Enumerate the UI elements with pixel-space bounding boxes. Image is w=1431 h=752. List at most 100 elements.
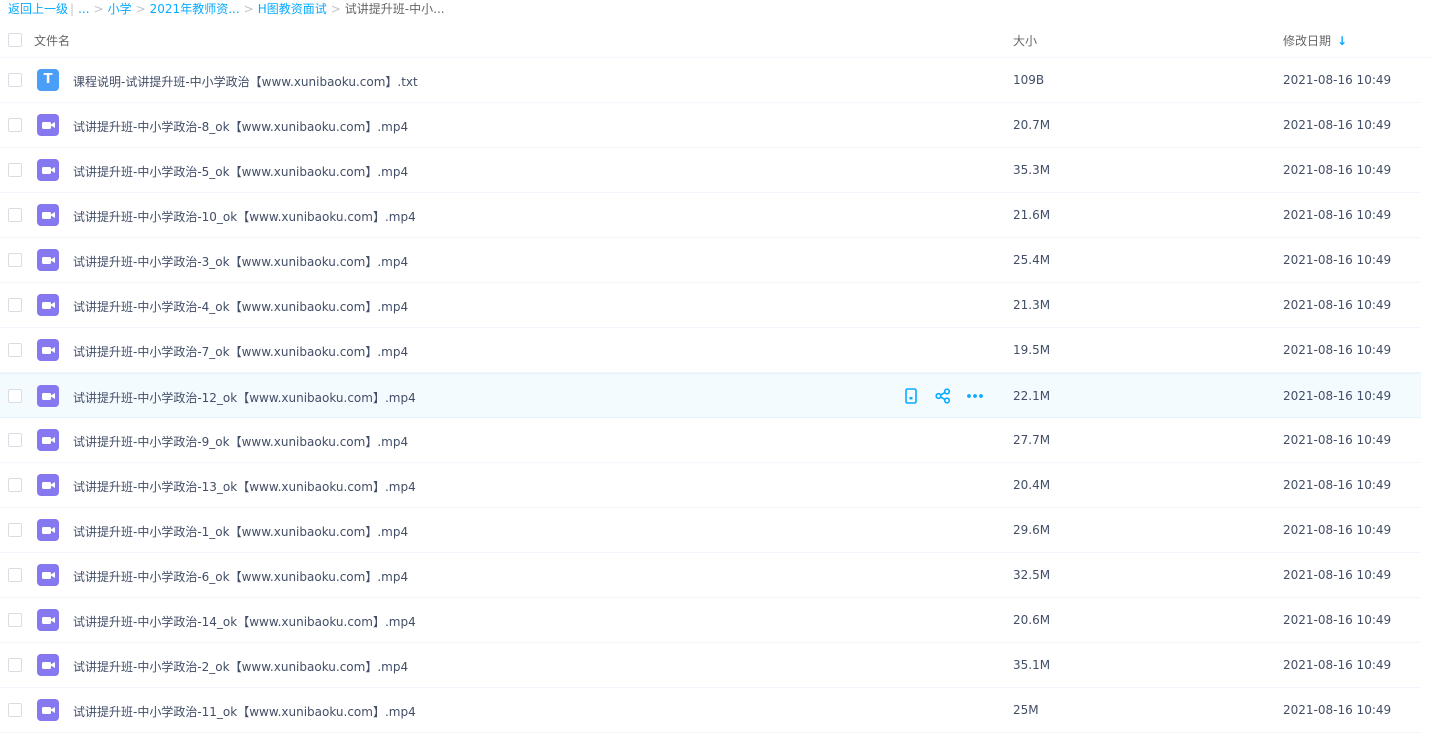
file-row[interactable]: 试讲提升班-中小学政治-4_ok【www.xunibaoku.com】.mp4 2… xyxy=(0,283,1421,328)
file-date: 2021-08-16 10:49 xyxy=(1283,163,1392,177)
file-name[interactable]: 试讲提升班-中小学政治-10_ok【www.xunibaoku.com】.mp4 xyxy=(73,208,416,225)
file-row[interactable]: 试讲提升班-中小学政治-14_ok【www.xunibaoku.com】.mp4… xyxy=(0,598,1421,643)
file-date: 2021-08-16 10:49 xyxy=(1283,478,1392,492)
file-name[interactable]: 试讲提升班-中小学政治-14_ok【www.xunibaoku.com】.mp4 xyxy=(73,613,416,630)
file-date: 2021-08-16 10:49 xyxy=(1283,298,1392,312)
file-name[interactable]: 试讲提升班-中小学政治-12_ok【www.xunibaoku.com】.mp4 xyxy=(73,389,416,406)
breadcrumb-divider: | xyxy=(70,2,75,16)
breadcrumb-separator: > xyxy=(93,2,104,16)
column-header-date-label: 修改日期 xyxy=(1283,34,1332,48)
file-checkbox[interactable] xyxy=(8,433,22,447)
select-all-checkbox[interactable] xyxy=(8,33,22,47)
video-file-icon xyxy=(37,294,59,316)
file-size: 29.6M xyxy=(1013,523,1051,537)
breadcrumb-current: 试讲提升班-中小... xyxy=(344,2,445,16)
file-row[interactable]: 试讲提升班-中小学政治-2_ok【www.xunibaoku.com】.mp4 3… xyxy=(0,643,1421,688)
file-name[interactable]: 试讲提升班-中小学政治-4_ok【www.xunibaoku.com】.mp4 xyxy=(73,298,408,315)
file-name[interactable]: 试讲提升班-中小学政治-3_ok【www.xunibaoku.com】.mp4 xyxy=(73,253,408,270)
column-header-size[interactable]: 大小 xyxy=(1013,32,1037,49)
file-size: 21.3M xyxy=(1013,298,1051,312)
file-size: 32.5M xyxy=(1013,568,1051,582)
file-list-header: 文件名 大小 修改日期 ↓ xyxy=(0,20,1431,58)
file-checkbox[interactable] xyxy=(8,703,22,717)
more-icon[interactable] xyxy=(966,387,984,405)
back-link[interactable]: 返回上一级 xyxy=(8,2,68,16)
video-file-icon xyxy=(37,474,59,496)
phone-icon[interactable] xyxy=(902,387,920,405)
file-row[interactable]: 试讲提升班-中小学政治-12_ok【www.xunibaoku.com】.mp4… xyxy=(0,373,1421,418)
file-name[interactable]: 课程说明-试讲提升班-中小学政治【www.xunibaoku.com】.txt xyxy=(73,73,418,90)
file-date: 2021-08-16 10:49 xyxy=(1283,523,1392,537)
file-row[interactable]: 试讲提升班-中小学政治-9_ok【www.xunibaoku.com】.mp4 2… xyxy=(0,418,1421,463)
file-checkbox[interactable] xyxy=(8,658,22,672)
share-icon[interactable] xyxy=(934,387,952,405)
file-size: 19.5M xyxy=(1013,343,1051,357)
file-name[interactable]: 试讲提升班-中小学政治-6_ok【www.xunibaoku.com】.mp4 xyxy=(73,568,408,585)
file-name[interactable]: 试讲提升班-中小学政治-9_ok【www.xunibaoku.com】.mp4 xyxy=(73,433,408,450)
file-row[interactable]: 试讲提升班-中小学政治-10_ok【www.xunibaoku.com】.mp4… xyxy=(0,193,1421,238)
video-file-icon xyxy=(37,204,59,226)
txt-file-icon xyxy=(37,69,59,91)
file-date: 2021-08-16 10:49 xyxy=(1283,118,1392,132)
video-file-icon xyxy=(37,609,59,631)
file-row[interactable]: 试讲提升班-中小学政治-8_ok【www.xunibaoku.com】.mp4 2… xyxy=(0,103,1421,148)
video-file-icon xyxy=(37,114,59,136)
file-checkbox[interactable] xyxy=(8,118,22,132)
breadcrumb-item-3[interactable]: H图教资面试 xyxy=(258,2,327,16)
column-header-name[interactable]: 文件名 xyxy=(34,32,70,49)
file-row[interactable]: 课程说明-试讲提升班-中小学政治【www.xunibaoku.com】.txt 1… xyxy=(0,58,1421,103)
file-checkbox[interactable] xyxy=(8,163,22,177)
file-size: 22.1M xyxy=(1013,389,1051,403)
file-name[interactable]: 试讲提升班-中小学政治-8_ok【www.xunibaoku.com】.mp4 xyxy=(73,118,408,135)
file-list: 课程说明-试讲提升班-中小学政治【www.xunibaoku.com】.txt 1… xyxy=(0,58,1431,733)
file-date: 2021-08-16 10:49 xyxy=(1283,389,1392,403)
file-name[interactable]: 试讲提升班-中小学政治-5_ok【www.xunibaoku.com】.mp4 xyxy=(73,163,408,180)
file-date: 2021-08-16 10:49 xyxy=(1283,433,1392,447)
file-checkbox[interactable] xyxy=(8,523,22,537)
file-checkbox[interactable] xyxy=(8,298,22,312)
file-name[interactable]: 试讲提升班-中小学政治-2_ok【www.xunibaoku.com】.mp4 xyxy=(73,658,408,675)
sort-desc-icon[interactable]: ↓ xyxy=(1337,34,1347,48)
breadcrumb-item-1[interactable]: 小学 xyxy=(108,2,132,16)
file-row[interactable]: 试讲提升班-中小学政治-7_ok【www.xunibaoku.com】.mp4 1… xyxy=(0,328,1421,373)
file-name[interactable]: 试讲提升班-中小学政治-7_ok【www.xunibaoku.com】.mp4 xyxy=(73,343,408,360)
file-checkbox[interactable] xyxy=(8,253,22,267)
file-checkbox[interactable] xyxy=(8,73,22,87)
file-row[interactable]: 试讲提升班-中小学政治-11_ok【www.xunibaoku.com】.mp4… xyxy=(0,688,1421,733)
breadcrumb-item-2[interactable]: 2021年教师资... xyxy=(150,2,240,16)
video-file-icon xyxy=(37,564,59,586)
file-date: 2021-08-16 10:49 xyxy=(1283,343,1392,357)
file-checkbox[interactable] xyxy=(8,613,22,627)
file-row[interactable]: 试讲提升班-中小学政治-1_ok【www.xunibaoku.com】.mp4 2… xyxy=(0,508,1421,553)
file-date: 2021-08-16 10:49 xyxy=(1283,208,1392,222)
breadcrumb-separator: > xyxy=(135,2,146,16)
file-size: 25.4M xyxy=(1013,253,1051,267)
file-checkbox[interactable] xyxy=(8,208,22,222)
file-name[interactable]: 试讲提升班-中小学政治-1_ok【www.xunibaoku.com】.mp4 xyxy=(73,523,408,540)
file-row[interactable]: 试讲提升班-中小学政治-5_ok【www.xunibaoku.com】.mp4 3… xyxy=(0,148,1421,193)
video-file-icon xyxy=(37,339,59,361)
file-size: 109B xyxy=(1013,73,1045,87)
breadcrumb-separator: > xyxy=(243,2,254,16)
file-checkbox[interactable] xyxy=(8,568,22,582)
file-row[interactable]: 试讲提升班-中小学政治-3_ok【www.xunibaoku.com】.mp4 2… xyxy=(0,238,1421,283)
file-row[interactable]: 试讲提升班-中小学政治-6_ok【www.xunibaoku.com】.mp4 3… xyxy=(0,553,1421,598)
file-row[interactable]: 试讲提升班-中小学政治-13_ok【www.xunibaoku.com】.mp4… xyxy=(0,463,1421,508)
file-date: 2021-08-16 10:49 xyxy=(1283,73,1392,87)
video-file-icon xyxy=(37,699,59,721)
file-checkbox[interactable] xyxy=(8,343,22,357)
file-checkbox[interactable] xyxy=(8,478,22,492)
breadcrumb-ellipsis[interactable]: ... xyxy=(78,2,89,16)
video-file-icon xyxy=(37,385,59,407)
file-name[interactable]: 试讲提升班-中小学政治-13_ok【www.xunibaoku.com】.mp4 xyxy=(73,478,416,495)
file-name[interactable]: 试讲提升班-中小学政治-11_ok【www.xunibaoku.com】.mp4 xyxy=(73,703,416,720)
file-size: 20.4M xyxy=(1013,478,1051,492)
file-size: 27.7M xyxy=(1013,433,1051,447)
column-header-date[interactable]: 修改日期 ↓ xyxy=(1283,32,1347,49)
file-checkbox[interactable] xyxy=(8,389,22,403)
file-size: 35.1M xyxy=(1013,658,1051,672)
file-size: 25M xyxy=(1013,703,1039,717)
video-file-icon xyxy=(37,249,59,271)
file-date: 2021-08-16 10:49 xyxy=(1283,658,1392,672)
file-date: 2021-08-16 10:49 xyxy=(1283,613,1392,627)
